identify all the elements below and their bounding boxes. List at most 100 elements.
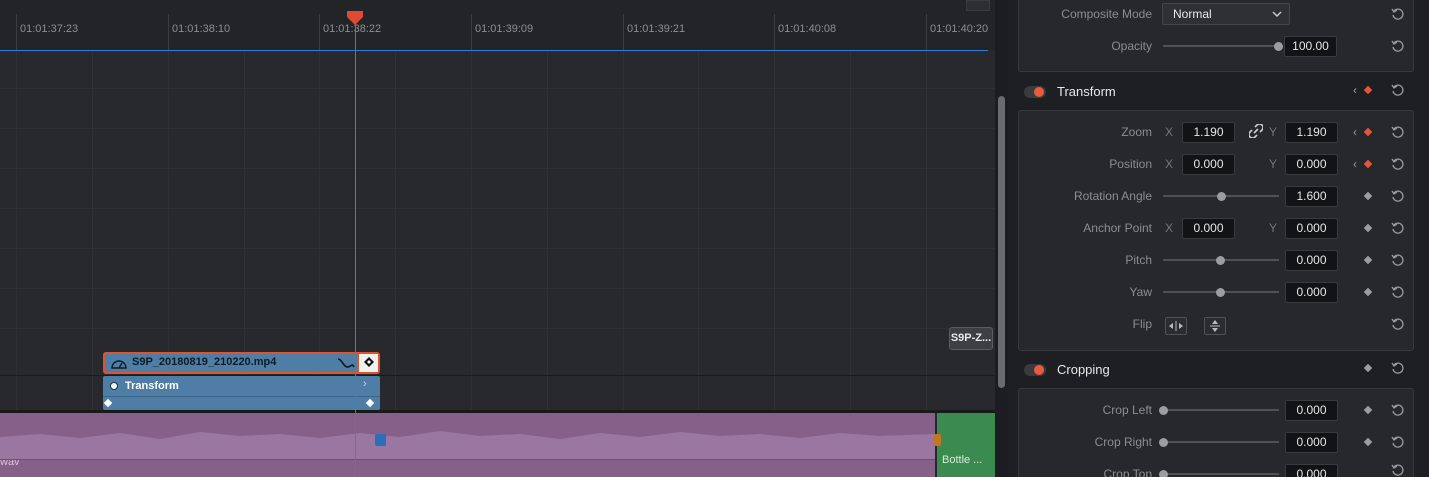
reset-icon[interactable] <box>1391 83 1405 97</box>
cropping-enable-toggle[interactable] <box>1024 364 1046 376</box>
clip-tooltip[interactable]: S9P-Z... <box>949 327 993 350</box>
playhead-handle-icon[interactable] <box>346 11 364 25</box>
ruler-tick <box>926 14 927 50</box>
ruler-tick <box>623 14 624 50</box>
composite-mode-value: Normal <box>1173 7 1212 21</box>
zoom-x-axis-label: X <box>1165 125 1174 139</box>
keyframe-lane-transform[interactable]: Transform › <box>103 376 380 410</box>
reset-icon[interactable] <box>1391 285 1405 299</box>
crop-left-label: Crop Left <box>1102 403 1152 417</box>
rotation-angle-slider-knob[interactable] <box>1217 192 1226 201</box>
keyframe-marker[interactable] <box>365 398 375 408</box>
reset-icon[interactable] <box>1391 189 1405 203</box>
cropping-title: Cropping <box>1057 362 1110 377</box>
reset-icon[interactable] <box>1391 125 1405 139</box>
anchor-y-field[interactable]: 0.000 <box>1285 218 1338 239</box>
position-x-field[interactable]: 0.000 <box>1182 154 1235 175</box>
opacity-slider-knob[interactable] <box>1274 42 1283 51</box>
composite-mode-label: Composite Mode <box>1061 7 1152 21</box>
position-y-field[interactable]: 0.000 <box>1285 154 1338 175</box>
crop-right-slider[interactable] <box>1163 441 1279 443</box>
opacity-slider[interactable] <box>1163 45 1279 47</box>
reset-icon[interactable] <box>1391 463 1405 477</box>
composite-mode-select[interactable]: Normal <box>1162 3 1290 25</box>
reset-icon[interactable] <box>1391 361 1405 375</box>
video-clip[interactable]: S9P_20180819_210220.mp4 <box>103 352 380 374</box>
position-label: Position <box>1109 157 1152 171</box>
yaw-field[interactable]: 0.000 <box>1285 282 1338 303</box>
crop-top-slider[interactable] <box>1163 473 1279 475</box>
keyframe-toggle-button[interactable] <box>357 354 378 372</box>
flip-vertical-button[interactable] <box>1204 317 1226 335</box>
anchor-x-field[interactable]: 0.000 <box>1182 218 1235 239</box>
reset-icon[interactable] <box>1391 157 1405 171</box>
yaw-label: Yaw <box>1129 285 1152 299</box>
prev-keyframe-icon[interactable]: ‹ <box>1353 83 1357 97</box>
crop-left-field[interactable]: 0.000 <box>1285 400 1338 421</box>
audio-clip-divider <box>0 459 935 460</box>
reset-icon[interactable] <box>1391 221 1405 235</box>
timecode-ruler[interactable]: 01:01:37:23 01:01:38:10 01:01:38:22 01:0… <box>0 0 995 50</box>
marker-icon[interactable] <box>934 434 941 446</box>
crop-left-slider[interactable] <box>1163 409 1279 411</box>
zoom-x-field[interactable]: 1.190 <box>1182 122 1235 143</box>
audio-clip[interactable]: wav <box>0 413 935 477</box>
ruler-tick <box>774 14 775 50</box>
marker-icon[interactable] <box>375 434 386 446</box>
crop-top-field[interactable]: 0.000 <box>1285 464 1338 477</box>
audio-clip-2-label: Bottle ... <box>942 454 983 466</box>
audio-clip-2[interactable]: Bottle ... <box>937 413 995 477</box>
keyframe-marker[interactable] <box>103 398 113 408</box>
crop-left-slider-knob[interactable] <box>1159 406 1168 415</box>
position-y-axis-label: Y <box>1269 157 1278 171</box>
opacity-label: Opacity <box>1111 39 1152 53</box>
grid-line <box>92 51 93 411</box>
ruler-tick-label: 01:01:39:09 <box>475 23 534 35</box>
curve-editor-icon[interactable] <box>337 355 355 371</box>
prev-keyframe-icon[interactable]: ‹ <box>1353 157 1357 171</box>
reset-icon[interactable] <box>1391 403 1405 417</box>
reset-icon[interactable] <box>1391 253 1405 267</box>
crop-right-label: Crop Right <box>1094 435 1152 449</box>
cropping-group <box>1018 388 1414 477</box>
ruler-tick-label: 01:01:40:20 <box>930 23 989 35</box>
timeline-panel[interactable]: 01:01:37:23 01:01:38:10 01:01:38:22 01:0… <box>0 0 995 477</box>
reset-icon[interactable] <box>1391 39 1405 53</box>
scrollbar-thumb[interactable] <box>998 96 1005 388</box>
transform-enable-toggle[interactable] <box>1024 86 1046 98</box>
rotation-angle-field[interactable]: 1.600 <box>1285 186 1338 207</box>
reset-icon[interactable] <box>1391 435 1405 449</box>
crop-top-slider-knob[interactable] <box>1159 470 1168 477</box>
grid-line <box>0 168 995 169</box>
reset-icon[interactable] <box>1391 7 1405 21</box>
link-icon[interactable] <box>1249 124 1263 138</box>
grid-line <box>395 51 396 411</box>
grid-line <box>0 208 995 209</box>
cropping-header[interactable]: Cropping <box>1018 355 1414 385</box>
flip-horizontal-button[interactable] <box>1165 317 1187 335</box>
crop-right-slider-knob[interactable] <box>1159 438 1168 447</box>
grid-line <box>926 51 927 411</box>
keyframe-lane-dot-icon[interactable] <box>110 382 118 390</box>
speedometer-icon <box>111 360 127 369</box>
pitch-field[interactable]: 0.000 <box>1285 250 1338 271</box>
opacity-field[interactable]: 100.00 <box>1284 36 1337 57</box>
reset-icon[interactable] <box>1391 317 1405 331</box>
grid-line <box>774 51 775 411</box>
yaw-slider-knob[interactable] <box>1216 288 1225 297</box>
crop-top-label: Crop Top <box>1103 467 1152 477</box>
grid-line <box>623 51 624 411</box>
toggle-dot <box>1034 87 1044 97</box>
ruler-tick-label: 01:01:40:08 <box>778 23 837 35</box>
crop-right-field[interactable]: 0.000 <box>1285 432 1338 453</box>
ruler-tick <box>471 14 472 50</box>
expand-arrow-icon[interactable]: › <box>363 378 367 390</box>
timeline-options-button[interactable] <box>966 0 990 11</box>
pitch-slider-knob[interactable] <box>1216 256 1225 265</box>
zoom-y-field[interactable]: 1.190 <box>1285 122 1338 143</box>
anchor-x-axis-label: X <box>1165 221 1174 235</box>
playhead-line[interactable] <box>355 12 356 477</box>
ruler-tick <box>16 14 17 50</box>
prev-keyframe-icon[interactable]: ‹ <box>1353 125 1357 139</box>
grid-line <box>16 51 17 411</box>
